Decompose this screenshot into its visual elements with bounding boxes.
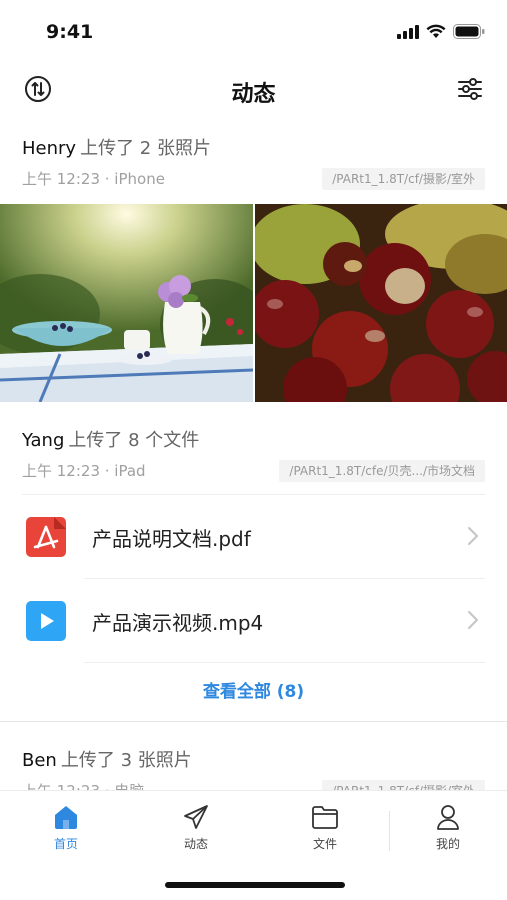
person-icon: [437, 805, 459, 830]
path-badge[interactable]: /PARt1_1.8T/cf/摄影/室外: [322, 780, 485, 790]
wifi-icon: [426, 24, 446, 38]
post-photos: Ben上传了 3 张照片 上午 12:23 · 电脑 /PARt1_1.8T/c…: [0, 722, 507, 790]
post-title: Yang 上传了 8 个文件: [22, 428, 485, 454]
folder-icon: [312, 806, 338, 829]
post-action: 上传了 2 张照片: [80, 138, 211, 159]
chevron-right-icon: [468, 527, 478, 545]
file-name: 产品说明文档.pdf: [92, 527, 251, 551]
tab-label: 动态: [183, 837, 208, 851]
status-bar: 9:41: [0, 0, 507, 62]
file-row-pdf[interactable]: 产品说明文档.pdf: [0, 495, 507, 579]
post-title: Ben 上传了 3 张照片: [22, 748, 485, 774]
home-icon: [55, 806, 77, 829]
nav-bar: 动态: [0, 64, 507, 116]
battery-icon: [453, 24, 485, 39]
paper-plane-icon: [184, 805, 208, 829]
page-title: 动态: [231, 82, 276, 107]
post-action: 上传了 3 张照片: [60, 750, 192, 771]
divider: [84, 662, 485, 663]
path-badge[interactable]: /PARt1_1.8T/cf/摄影/室外: [322, 168, 485, 190]
file-row-video[interactable]: 产品演示视频.mp4: [0, 579, 507, 663]
status-time: 9:41: [46, 21, 94, 43]
post-files: Yang 上传了 8 个文件 上午 12:23 · iPad /PARt1_1.8…: [0, 402, 507, 722]
video-file-icon: [26, 601, 66, 641]
tab-bar: 首页 动态 文件 我的: [0, 790, 507, 900]
post-user[interactable]: Henry: [22, 138, 76, 159]
filter-sliders-icon[interactable]: [457, 76, 483, 102]
post-header: Yang 上传了 8 个文件 上午 12:23 · iPad /PARt1_1.8…: [0, 428, 507, 482]
post-meta: 上午 12:23 · 电脑 /PARt1_1.8T/cf/摄影/室外: [22, 780, 485, 790]
post-time-device: 上午 12:23 · iPhone: [22, 170, 165, 188]
post-photos: Henry 上传了 2 张照片 上午 12:23 · iPhone /PARt1_…: [0, 124, 507, 402]
post-user[interactable]: Yang: [22, 430, 64, 451]
tab-activity[interactable]: 动态: [161, 803, 231, 852]
post-action: 上传了 8 个文件: [68, 430, 200, 451]
photo-grid: [0, 204, 507, 402]
post-time-device: 上午 12:23 · 电脑: [22, 782, 144, 790]
post-user[interactable]: Ben: [22, 750, 57, 771]
tab-label: 我的: [435, 837, 460, 851]
activity-feed[interactable]: Henry 上传了 2 张照片 上午 12:23 · iPhone /PARt1_…: [0, 124, 507, 790]
tab-home[interactable]: 首页: [31, 803, 101, 852]
tab-label: 文件: [312, 837, 337, 851]
status-icons: [397, 24, 485, 39]
garden-table-photo[interactable]: [0, 204, 253, 402]
chevron-right-icon: [468, 611, 478, 629]
pdf-file-icon: [26, 517, 66, 557]
home-indicator: [165, 882, 345, 888]
view-all-link[interactable]: 查看全部 (8): [0, 663, 507, 721]
chestnuts-photo[interactable]: [254, 204, 507, 402]
tab-label: 首页: [53, 837, 78, 851]
file-name: 产品演示视频.mp4: [92, 611, 264, 635]
post-title: Henry 上传了 2 张照片: [22, 136, 485, 162]
cellular-signal-icon: [397, 24, 419, 39]
tab-me[interactable]: 我的: [413, 803, 483, 852]
divider: [389, 811, 390, 851]
tab-files[interactable]: 文件: [290, 803, 360, 852]
post-meta: 上午 12:23 · iPad /PARt1_1.8T/cfe/贝壳.../市场…: [22, 460, 485, 482]
post-meta: 上午 12:23 · iPhone /PARt1_1.8T/cf/摄影/室外: [22, 168, 485, 190]
post-header: Ben上传了 3 张照片 上午 12:23 · 电脑 /PARt1_1.8T/c…: [0, 748, 507, 790]
path-badge[interactable]: /PARt1_1.8T/cfe/贝壳.../市场文档: [279, 460, 485, 482]
post-time-device: 上午 12:23 · iPad: [22, 462, 146, 480]
post-header: Henry 上传了 2 张照片 上午 12:23 · iPhone /PARt1_…: [0, 136, 507, 190]
